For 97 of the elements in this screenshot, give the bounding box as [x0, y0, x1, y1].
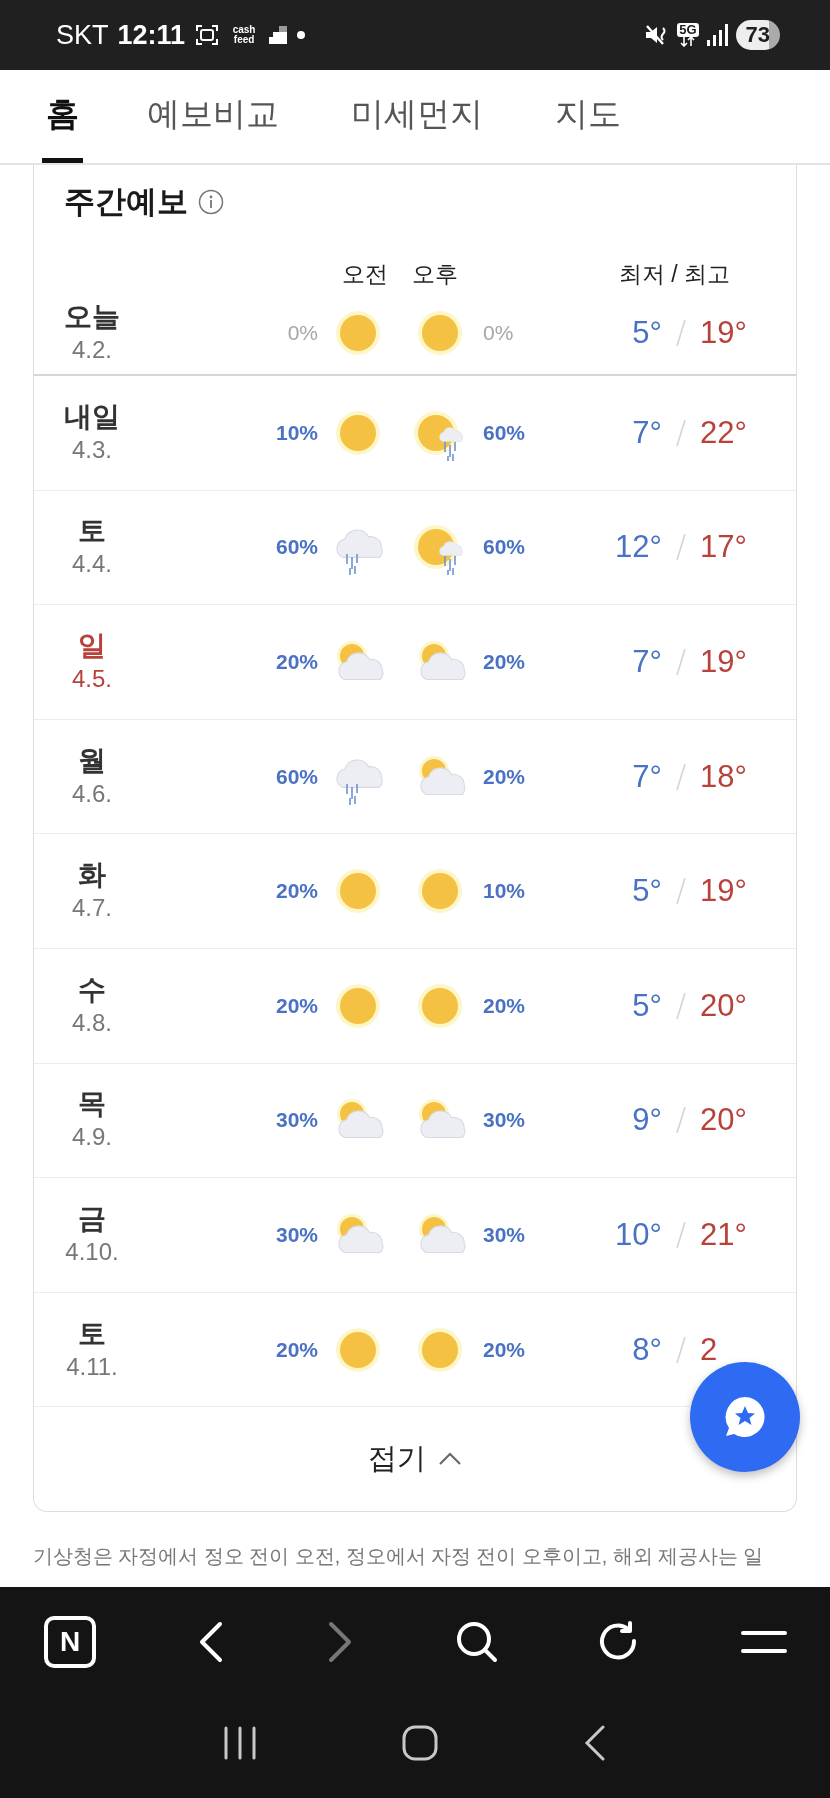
min-temperature: 7° — [632, 644, 662, 680]
battery-level: 73 — [735, 20, 780, 50]
day-label: 토 — [78, 1316, 106, 1351]
precipitation-chance: 0% — [287, 321, 318, 345]
tab[interactable]: 미세먼지 — [345, 70, 489, 163]
slash-icon — [676, 1107, 686, 1134]
date-label: 4.3. — [72, 434, 112, 465]
logo-button[interactable]: N — [44, 1616, 96, 1668]
day-label: 화 — [78, 858, 106, 893]
precipitation-chance: 20% — [275, 993, 318, 1018]
precipitation-chance: 60% — [483, 420, 526, 445]
date-label: 4.5. — [72, 664, 112, 694]
tab[interactable]: 지도 — [549, 70, 627, 163]
min-temperature: 7° — [632, 414, 662, 451]
precipitation-chance: 30% — [483, 1108, 526, 1133]
precipitation-chance: 20% — [483, 993, 526, 1018]
precipitation-chance: 0% — [483, 321, 514, 345]
slash-icon — [676, 320, 686, 346]
max-temperature: 19° — [700, 873, 747, 910]
network-label: 5G — [677, 23, 699, 37]
slash-icon — [676, 649, 686, 675]
precipitation-chance: 30% — [483, 1222, 526, 1247]
min-temperature: 5° — [632, 873, 662, 910]
slash-icon — [676, 763, 686, 790]
clock: 12:11 — [117, 19, 186, 51]
min-temperature: 5° — [632, 315, 662, 351]
precipitation-chance: 20% — [483, 1337, 526, 1362]
day-label: 내일 — [64, 399, 120, 434]
day-label: 토 — [78, 514, 106, 549]
precipitation-chance: 60% — [275, 535, 318, 560]
precipitation-chance: 30% — [275, 1108, 318, 1133]
date-label: 4.2. — [72, 335, 112, 365]
slash-icon — [676, 1336, 686, 1363]
tab[interactable]: 홈 — [42, 70, 83, 163]
day-label: 수 — [78, 972, 106, 1007]
precipitation-chance: 20% — [275, 879, 318, 904]
max-temperature: 20° — [700, 987, 747, 1024]
column-header: 오전 — [342, 260, 388, 289]
date-label: 4.10. — [65, 1236, 119, 1267]
column-header: 최저 / 최고 — [618, 260, 732, 289]
max-temperature: 18° — [700, 758, 747, 795]
max-temperature: 19° — [700, 315, 747, 351]
stairs-icon — [268, 26, 289, 44]
date-label: 4.7. — [72, 893, 112, 924]
home-icon[interactable] — [402, 1724, 438, 1761]
slash-icon — [676, 1221, 686, 1248]
chat-button[interactable] — [690, 1362, 800, 1472]
max-temperature: 2 — [700, 1331, 718, 1368]
column-header: 오후 — [411, 260, 458, 289]
data-arrows-icon — [680, 37, 696, 47]
max-temperature: 21° — [700, 1216, 747, 1253]
precipitation-chance: 20% — [275, 650, 318, 674]
date-label: 4.9. — [72, 1122, 112, 1153]
precipitation-chance: 60% — [275, 764, 318, 789]
precipitation-chance: 10% — [483, 879, 526, 904]
max-temperature: 19° — [700, 644, 747, 680]
app-label: cash feed — [231, 25, 257, 45]
precipitation-chance: 10% — [275, 420, 318, 445]
chat-star-icon — [723, 1395, 767, 1439]
section-title: 주간예보 — [64, 182, 188, 221]
carrier: SKT — [56, 19, 109, 51]
date-label: 4.4. — [72, 549, 112, 580]
recents-icon[interactable] — [222, 1724, 257, 1761]
slash-icon — [676, 419, 686, 446]
day-label: 오늘 — [64, 300, 120, 334]
date-label: 4.6. — [72, 778, 112, 809]
slash-icon — [676, 878, 686, 905]
slash-icon — [676, 992, 686, 1019]
search-icon[interactable] — [454, 1620, 499, 1664]
tab[interactable]: 예보비교 — [141, 70, 285, 163]
precipitation-chance: 60% — [483, 535, 526, 560]
precipitation-chance: 20% — [483, 650, 526, 674]
precipitation-chance: 20% — [275, 1337, 318, 1362]
dot-icon — [297, 31, 306, 39]
date-label: 4.8. — [72, 1007, 112, 1038]
max-temperature: 17° — [700, 529, 747, 566]
footnote: 기상청은 자정에서 정오 전이 오전, 정오에서 자정 전이 오후이고, 해외 제공사는 일 — [33, 1544, 764, 1570]
signal-icon — [706, 24, 728, 46]
date-label: 4.11. — [66, 1351, 118, 1382]
max-temperature: 20° — [700, 1102, 747, 1139]
info-icon[interactable] — [198, 188, 224, 215]
min-temperature: 9° — [632, 1102, 662, 1139]
collapse-button[interactable]: 접기 — [368, 1439, 462, 1480]
min-temperature: 5° — [632, 987, 662, 1024]
slash-icon — [676, 534, 686, 561]
min-temperature: 7° — [632, 758, 662, 795]
precipitation-chance: 20% — [483, 764, 526, 789]
day-label: 일 — [78, 629, 106, 663]
min-temperature: 12° — [615, 529, 662, 566]
min-temperature: 10° — [615, 1216, 662, 1253]
screenshot-icon — [194, 23, 221, 47]
day-label: 월 — [78, 743, 106, 778]
day-label: 목 — [78, 1087, 106, 1122]
min-temperature: 8° — [632, 1331, 662, 1368]
max-temperature: 22° — [700, 414, 747, 451]
precipitation-chance: 30% — [275, 1222, 318, 1247]
day-label: 금 — [78, 1201, 106, 1236]
